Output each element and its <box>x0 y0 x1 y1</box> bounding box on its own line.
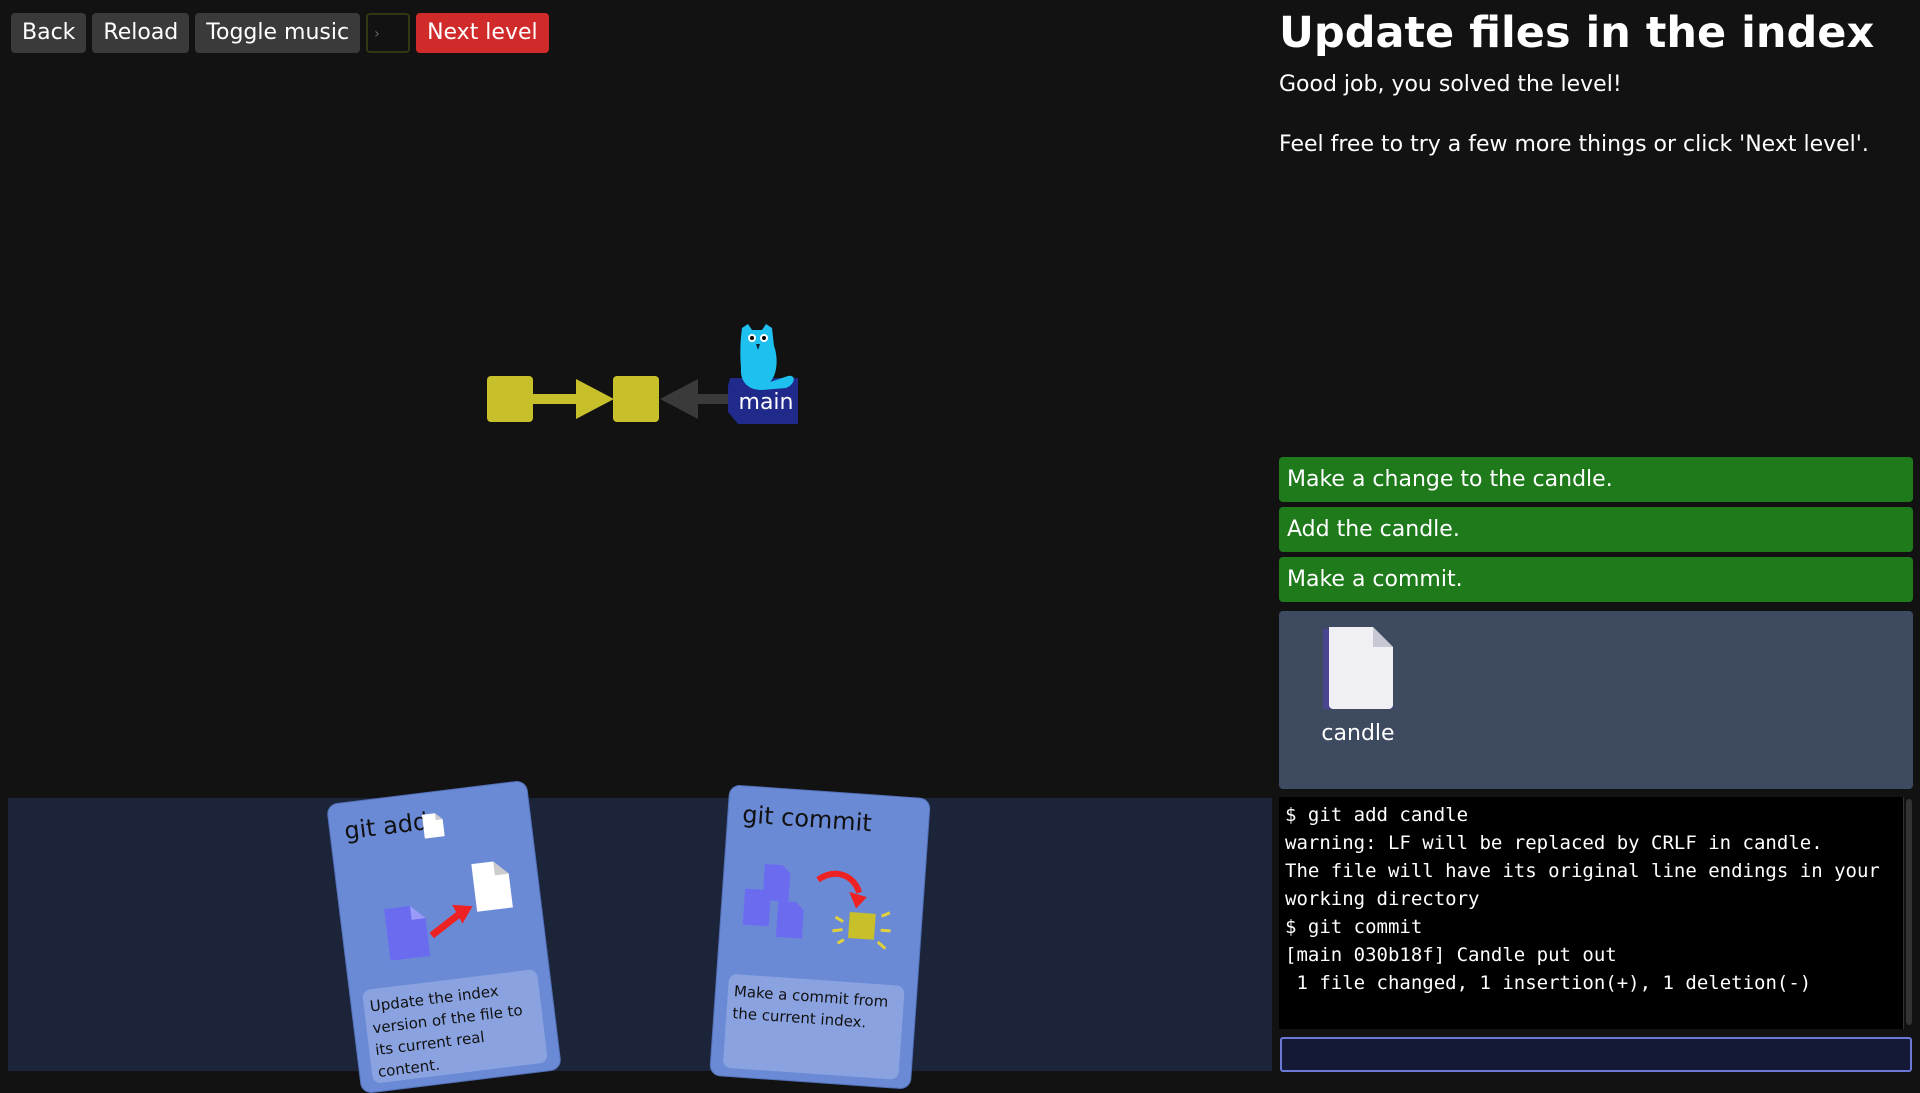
terminal-toggle-button[interactable]: › <box>366 13 411 53</box>
terminal-line: $ git add candle <box>1285 804 1469 826</box>
card-description: Make a commit from the current index. <box>722 973 905 1080</box>
branch-pointer-arrowhead <box>660 379 698 419</box>
commit-edge-arrowhead <box>576 379 614 419</box>
commit-graph-svg: main <box>487 324 798 424</box>
commit-graph: main <box>0 60 1270 790</box>
git-add-illustration <box>384 861 513 961</box>
level-title: Update files in the index <box>1279 8 1875 58</box>
file-candle[interactable]: candle <box>1317 625 1399 746</box>
file-browser: candle <box>1279 611 1913 789</box>
card-description: Update the index version of the file to … <box>361 968 549 1084</box>
file-label: candle <box>1321 721 1395 746</box>
command-input[interactable] <box>1280 1037 1912 1072</box>
terminal-scrollbar-thumb[interactable] <box>1906 799 1912 1025</box>
next-level-button[interactable]: Next level <box>416 13 549 53</box>
terminal-line: warning: LF will be replaced by CRLF in … <box>1285 832 1823 854</box>
terminal-output: $ git add candle warning: LF will be repl… <box>1279 797 1903 1029</box>
level-panel: Update files in the index Good job, you … <box>1279 0 1914 1080</box>
top-menu: Back Reload Toggle music › Next level <box>11 13 549 53</box>
card-title: git commit <box>741 800 873 838</box>
goal-item: Make a commit. <box>1279 557 1913 602</box>
goal-item: Make a change to the candle. <box>1279 457 1913 502</box>
file-icon <box>1323 627 1393 709</box>
terminal-scrollbar[interactable] <box>1903 797 1914 1029</box>
back-button[interactable]: Back <box>11 13 87 53</box>
branch-main-label: main <box>739 390 794 415</box>
level-hint-text: Feel free to try a few more things or cl… <box>1279 132 1869 157</box>
terminal-line: $ git commit <box>1285 916 1423 938</box>
card-git-commit[interactable]: git commit Make a commit from the curren… <box>710 785 930 1089</box>
card-hand: git add Update the index version of the … <box>8 780 1272 1093</box>
git-commit-illustration <box>742 863 891 950</box>
commit-node-head[interactable] <box>613 376 659 422</box>
goal-item: Add the candle. <box>1279 507 1913 552</box>
commit-node[interactable] <box>487 376 533 422</box>
level-success-text: Good job, you solved the level! <box>1279 72 1622 97</box>
terminal-icon: › <box>374 26 380 42</box>
card-title: git add <box>342 807 430 846</box>
owl-icon <box>740 324 794 390</box>
terminal-line: [main 030b18f] Candle put out <box>1285 944 1617 966</box>
file-icon <box>421 813 445 839</box>
goals-list: Make a change to the candle. Add the can… <box>1279 457 1913 607</box>
toggle-music-button[interactable]: Toggle music <box>195 13 361 53</box>
reload-button[interactable]: Reload <box>92 13 190 53</box>
level-description: Good job, you solved the level! Feel fre… <box>1279 70 1899 190</box>
terminal-line: The file will have its original line end… <box>1285 860 1892 910</box>
card-git-add[interactable]: git add Update the index version of the … <box>327 780 561 1093</box>
terminal-line: 1 file changed, 1 insertion(+), 1 deleti… <box>1285 972 1812 994</box>
